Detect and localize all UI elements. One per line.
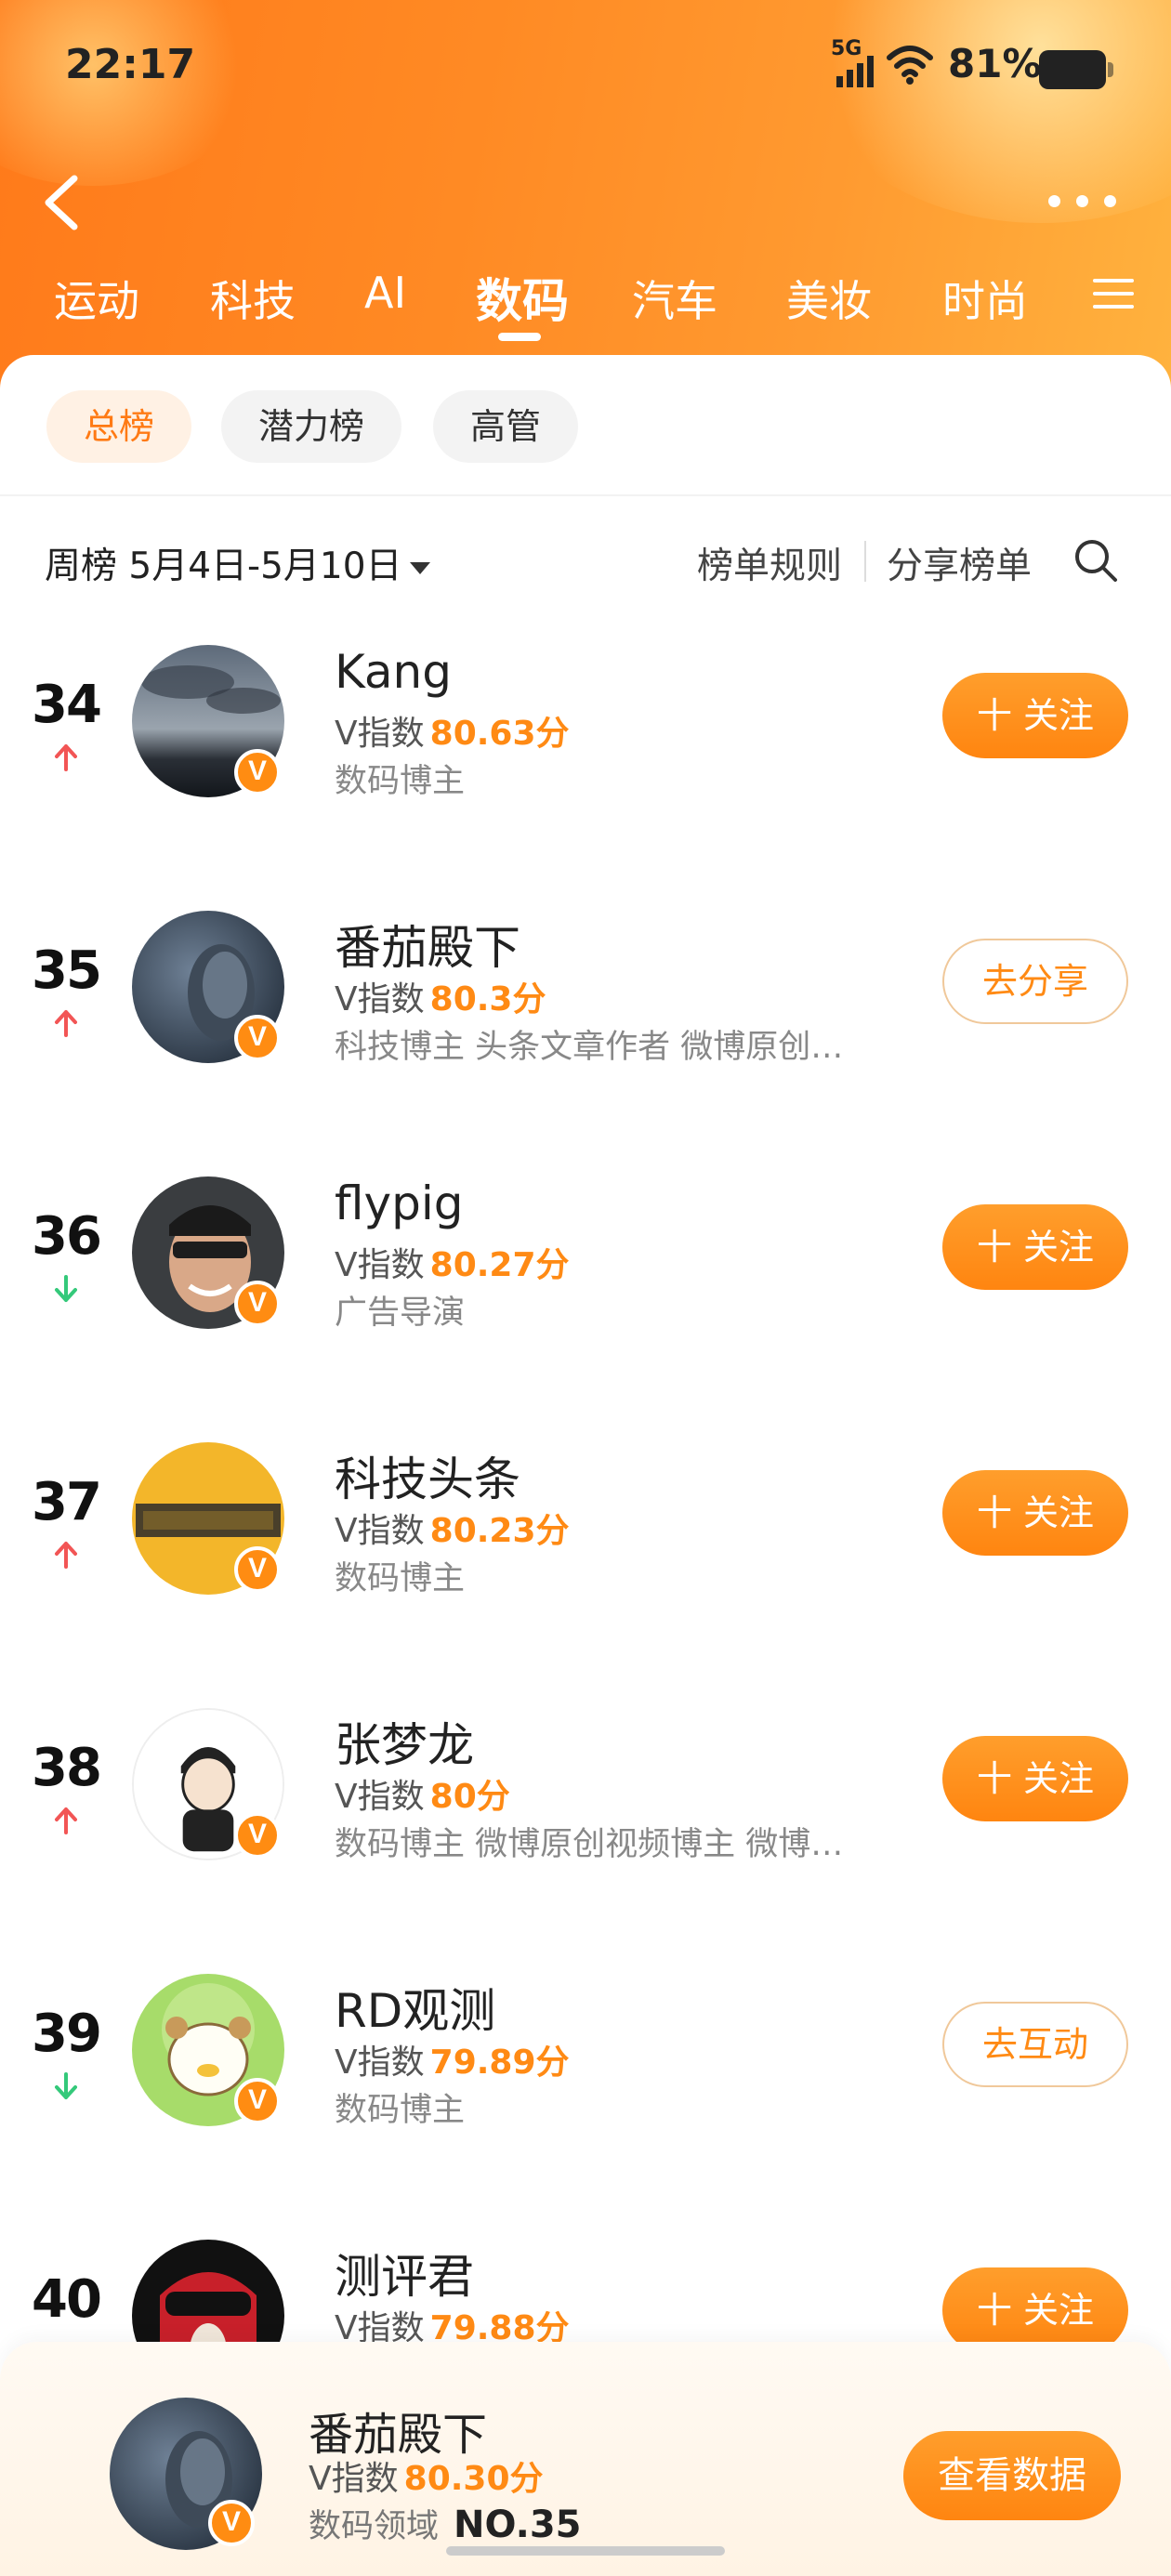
separator xyxy=(864,541,866,582)
rank-number: 36 xyxy=(32,1206,102,1267)
list-item[interactable]: 34 V Kang V指数 80.63分 数码博主 十 关注 xyxy=(0,628,1171,894)
rank-number: 34 xyxy=(32,675,102,735)
search-icon[interactable] xyxy=(1072,537,1119,584)
verified-badge-icon: V xyxy=(234,2078,281,2124)
more-icon[interactable] xyxy=(1048,191,1119,210)
user-tags: 科技博主 头条文章作者 微博原创… xyxy=(335,1029,844,1066)
tab-tech[interactable]: 科技 xyxy=(210,268,296,329)
v-index: V指数 79.89分 xyxy=(335,2044,570,2082)
list-item[interactable]: 37 V 科技头条 V指数 80.23分 数码博主 十 关注 xyxy=(0,1426,1171,1691)
tab-ai[interactable]: AI xyxy=(364,268,406,318)
v-index: V指数 80分 xyxy=(335,1778,510,1816)
user-name[interactable]: 番茄殿下 xyxy=(335,911,520,978)
trend-up-icon xyxy=(55,1010,77,1037)
user-name[interactable]: 测评君 xyxy=(335,2240,474,2307)
active-tab-indicator xyxy=(498,333,541,341)
rank-number: 39 xyxy=(32,2004,102,2064)
view-data-button[interactable]: 查看数据 xyxy=(903,2431,1121,2520)
v-index: V指数 80.27分 xyxy=(335,1246,570,1284)
wifi-icon xyxy=(887,46,933,85)
my-domain-rank: 数码领域 NO.35 xyxy=(309,2504,582,2546)
list-item[interactable]: 36 V flypig V指数 80.27分 广告导演 十 关注 xyxy=(0,1160,1171,1426)
interact-button[interactable]: 去互动 xyxy=(942,2002,1128,2087)
share-ranking-link[interactable]: 分享榜单 xyxy=(887,537,1032,589)
caret-down-icon xyxy=(409,562,430,574)
category-tabs: 运动 科技 AI 数码 汽车 美妆 时尚 xyxy=(0,256,1171,341)
trend-up-icon xyxy=(55,744,77,771)
user-name[interactable]: 张梦龙 xyxy=(335,1708,474,1775)
tab-auto[interactable]: 汽车 xyxy=(632,268,717,329)
user-tags: 数码博主 微博原创视频博主 微博… xyxy=(335,1826,844,1863)
trend-down-icon xyxy=(55,2072,77,2099)
home-indicator xyxy=(446,2546,725,2556)
chip-executive[interactable]: 高管 xyxy=(433,390,578,463)
divider xyxy=(0,494,1171,496)
period-label: 周榜 5月4日-5月10日 xyxy=(45,545,402,587)
tab-fashion[interactable]: 时尚 xyxy=(942,268,1028,329)
user-tags: 数码博主 xyxy=(335,2092,466,2129)
trend-down-icon xyxy=(55,1275,77,1302)
verified-badge-icon: V xyxy=(234,1015,281,1061)
chip-potential[interactable]: 潜力榜 xyxy=(221,390,401,463)
chip-overall[interactable]: 总榜 xyxy=(46,390,191,463)
user-name[interactable]: RD观测 xyxy=(335,1974,495,2041)
user-name[interactable]: 科技头条 xyxy=(335,1442,520,1509)
verified-badge-icon: V xyxy=(234,1281,281,1327)
follow-button[interactable]: 十 关注 xyxy=(942,673,1128,758)
rank-number: 35 xyxy=(32,940,102,1001)
header: 22:17 5G 81% 运动 科技 AI 数码 汽车 美妆 时尚 xyxy=(0,0,1171,390)
rank-number: 40 xyxy=(32,2269,102,2330)
verified-badge-icon: V xyxy=(234,749,281,795)
status-bar: 22:17 5G 81% xyxy=(0,28,1171,102)
follow-button[interactable]: 十 关注 xyxy=(942,2267,1128,2353)
list-item[interactable]: 35 V 番茄殿下 V指数 80.3分 科技博主 头条文章作者 微博原创… 去分享 xyxy=(0,894,1171,1160)
user-tags: 广告导演 xyxy=(335,1295,466,1332)
status-time: 22:17 xyxy=(65,41,196,88)
trend-up-icon xyxy=(55,1807,77,1834)
v-index: V指数 80.23分 xyxy=(335,1512,570,1550)
tab-digital[interactable]: 数码 xyxy=(476,264,569,331)
list-item[interactable]: 39 V RD观测 V指数 79.89分 数码博主 去互动 xyxy=(0,1957,1171,2223)
list-item[interactable]: 38 V 张梦龙 V指数 80分 数码博主 微博原创视频博主 微博… 十 关注 xyxy=(0,1691,1171,1957)
user-tags: 数码博主 xyxy=(335,1560,466,1597)
signal-icon xyxy=(836,56,874,87)
v-index: V指数 80.3分 xyxy=(335,980,546,1019)
tab-sports[interactable]: 运动 xyxy=(54,268,139,329)
menu-icon[interactable] xyxy=(1093,275,1134,312)
rules-link[interactable]: 榜单规则 xyxy=(697,537,842,589)
verified-badge-icon: V xyxy=(208,2500,255,2546)
rank-number: 38 xyxy=(32,1738,102,1798)
back-arrow-icon[interactable] xyxy=(37,173,87,232)
user-name[interactable]: Kang xyxy=(335,645,452,699)
v-index: V指数 80.63分 xyxy=(335,715,570,753)
trend-up-icon xyxy=(55,1542,77,1569)
user-name[interactable]: flypig xyxy=(335,1176,463,1230)
battery-icon xyxy=(1039,50,1113,89)
share-button[interactable]: 去分享 xyxy=(942,939,1128,1024)
verified-badge-icon: V xyxy=(234,1812,281,1859)
follow-button[interactable]: 十 关注 xyxy=(942,1204,1128,1290)
user-tags: 数码博主 xyxy=(335,763,466,800)
period-selector[interactable]: 周榜 5月4日-5月10日 xyxy=(45,537,430,589)
verified-badge-icon: V xyxy=(234,1546,281,1593)
rank-number: 37 xyxy=(32,1472,102,1532)
battery-percent: 81% xyxy=(948,41,1042,86)
follow-button[interactable]: 十 关注 xyxy=(942,1736,1128,1821)
my-ranking-bar: V 番茄殿下 V指数 80.30分 数码领域 NO.35 查看数据 xyxy=(0,2342,1171,2576)
follow-button[interactable]: 十 关注 xyxy=(942,1470,1128,1556)
my-v-index: V指数 80.30分 xyxy=(309,2460,544,2498)
tab-beauty[interactable]: 美妆 xyxy=(786,268,872,329)
